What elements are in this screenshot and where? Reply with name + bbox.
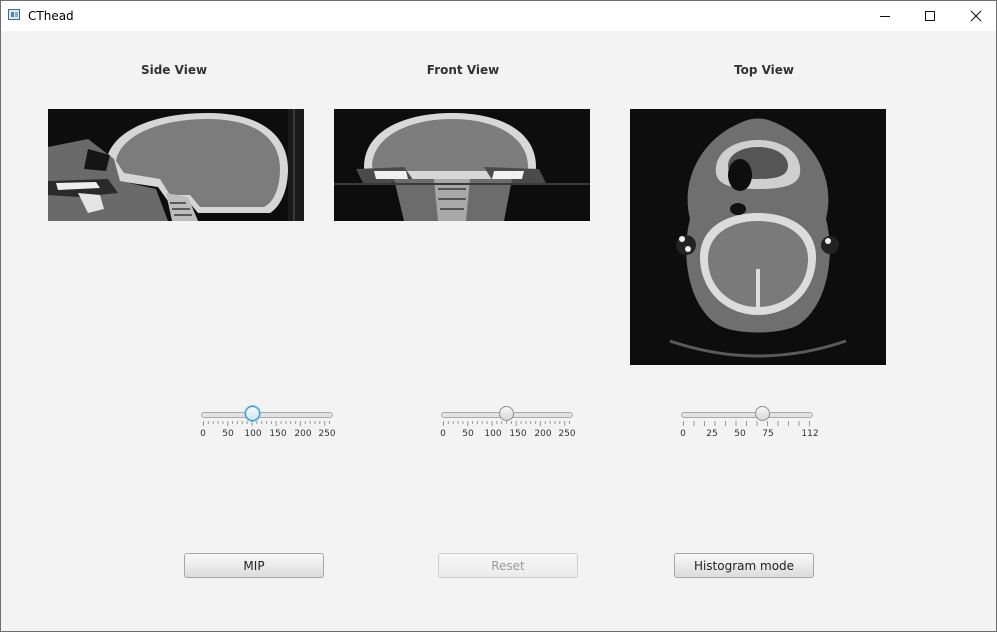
side-slice-slider[interactable]: 0 50 100 150 200 250 — [199, 405, 339, 439]
slider-tick-label: 150 — [509, 429, 527, 439]
slider-track[interactable] — [201, 412, 333, 418]
slider-tick-label: 50 — [734, 429, 746, 439]
window-title: CThead — [28, 9, 74, 23]
title-bar: CThead — [0, 0, 997, 31]
slider-tick-label: 0 — [200, 429, 206, 439]
slider-thumb[interactable] — [754, 406, 770, 421]
slider-ticks — [683, 421, 810, 426]
slider-tick-label: 150 — [269, 429, 287, 439]
sagittal-ct-slice — [48, 109, 304, 221]
slider-tick-label: 75 — [762, 429, 774, 439]
front-view-image — [334, 109, 590, 221]
coronal-ct-slice — [334, 109, 590, 221]
close-icon — [970, 10, 982, 22]
slider-tick-label: 200 — [294, 429, 312, 439]
maximize-icon — [925, 11, 935, 21]
app-icon — [8, 9, 20, 20]
histogram-mode-button[interactable]: Histogram mode — [674, 553, 814, 578]
slider-track[interactable] — [681, 412, 813, 418]
slider-tick-label: 0 — [440, 429, 446, 439]
slider-tick-label: 200 — [534, 429, 552, 439]
slider-tick-label: 250 — [558, 429, 576, 439]
slider-ticks — [443, 421, 570, 426]
slider-tick-label: 25 — [706, 429, 718, 439]
top-view-image — [630, 109, 886, 365]
slider-tick-label: 112 — [801, 429, 819, 439]
mip-button[interactable]: MIP — [184, 553, 324, 578]
slider-thumb[interactable] — [245, 406, 261, 421]
close-button[interactable] — [953, 1, 997, 31]
top-view-title: Top View — [733, 63, 795, 77]
slider-tick-label: 50 — [462, 429, 474, 439]
reset-button[interactable]: Reset — [438, 553, 578, 578]
slider-tick-label: 100 — [484, 429, 502, 439]
slider-ticks — [203, 421, 330, 426]
minimize-button[interactable] — [862, 1, 908, 31]
minimize-icon — [880, 16, 890, 17]
maximize-button[interactable] — [907, 1, 953, 31]
top-slice-slider[interactable]: 0 25 50 75 112 — [679, 405, 819, 439]
window-border-left — [0, 0, 1, 632]
slider-tick-label: 0 — [680, 429, 686, 439]
slider-tick-label: 250 — [318, 429, 336, 439]
axial-ct-slice — [630, 109, 886, 365]
slider-tick-label: 50 — [222, 429, 234, 439]
front-view-title: Front View — [426, 63, 500, 77]
front-slice-slider[interactable]: 0 50 100 150 200 250 — [439, 405, 579, 439]
side-view-image — [48, 109, 304, 221]
slider-tick-label: 100 — [244, 429, 262, 439]
side-view-title: Side View — [140, 63, 208, 77]
slider-thumb[interactable] — [499, 406, 515, 421]
